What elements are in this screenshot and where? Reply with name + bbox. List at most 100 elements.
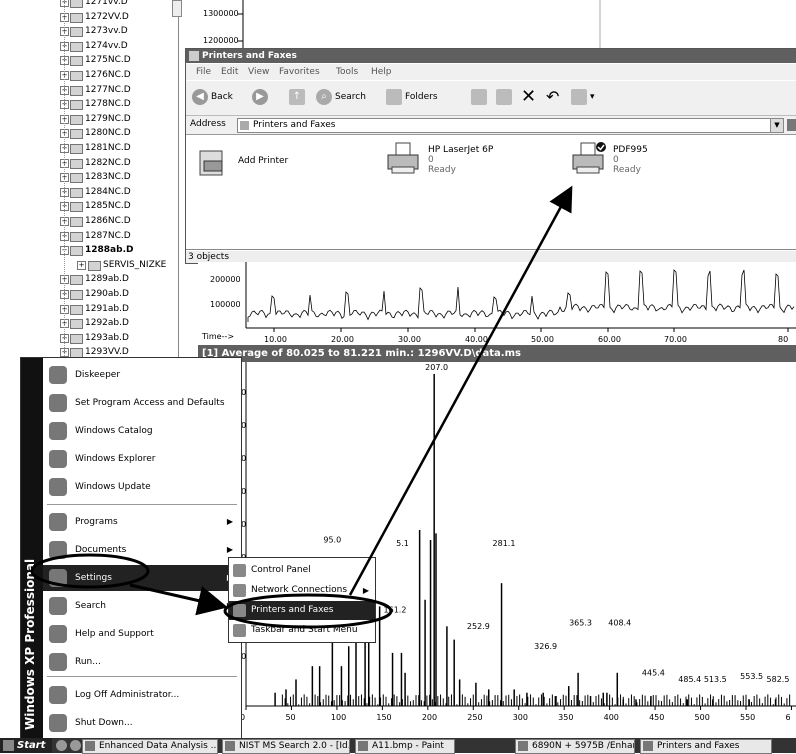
views-button[interactable]: ▾ — [571, 88, 595, 106]
taskbar-button[interactable]: Enhanced Data Analysis ... — [82, 739, 218, 754]
folders-button[interactable]: Folders — [386, 88, 438, 106]
shutdown-icon — [49, 714, 67, 732]
address-label: Address — [190, 119, 226, 129]
copy-to-icon — [496, 88, 512, 105]
start-button[interactable]: Start — [0, 738, 52, 753]
expand-icon[interactable]: + — [77, 260, 86, 270]
windows-flag-icon — [3, 740, 14, 751]
back-button[interactable]: ◀ Back — [192, 88, 233, 106]
peak-label: 582.5 — [767, 675, 790, 684]
folder-icon — [70, 71, 83, 81]
start-menu-item-label: Set Program Access and Defaults — [75, 398, 225, 408]
taskbar-button[interactable]: NIST MS Search 2.0 - [Id... — [222, 739, 350, 754]
forward-button[interactable]: ▶ — [252, 88, 271, 106]
printer-item-hp-laserjet[interactable]: HP LaserJet 6P 0 Ready — [386, 141, 546, 191]
tree-item-label: 1293ab.D — [85, 332, 129, 343]
taskbar-button[interactable]: A11.bmp - Paint — [355, 739, 455, 754]
chromatogram-xtick-label: 30.00 — [398, 335, 421, 344]
start-menu-item[interactable]: Diskeeper — [43, 362, 241, 388]
peak-label: 485.4 — [678, 675, 701, 684]
tree-item-label: 1282NC.D — [85, 157, 131, 168]
start-menu-item[interactable]: Programs ▶ — [43, 509, 241, 535]
add-printer-item[interactable]: Add Printer — [196, 145, 356, 195]
taskbar-button-label: Printers and Faxes — [657, 741, 740, 751]
start-menu-item-label: Windows Update — [75, 482, 151, 492]
address-dropdown-button[interactable]: ▼ — [770, 119, 783, 132]
move-to-button[interactable] — [471, 88, 490, 106]
tree-item-label: 1277NC.D — [85, 84, 131, 95]
address-field[interactable]: Printers and Faxes ▼ — [237, 118, 784, 133]
folder-icon — [88, 260, 101, 271]
tree-item-label: 1292ab.D — [85, 318, 129, 329]
start-menu-item[interactable]: Windows Explorer — [43, 446, 241, 472]
tree-item-label: 1287NC.D — [85, 230, 131, 241]
go-arrow-icon[interactable] — [787, 119, 796, 131]
printer-folder-icon — [189, 51, 199, 61]
quicklaunch-browser-icon[interactable] — [56, 740, 67, 751]
spectrum-xtick-label: 300 — [513, 713, 528, 722]
menu-separator — [47, 676, 237, 677]
tree-item-label: 1283NC.D — [85, 172, 131, 183]
up-folder-button[interactable]: ↑ — [289, 88, 308, 106]
start-menu-item[interactable]: Shut Down... — [43, 710, 241, 736]
settings-submenu-item[interactable]: Taskbar and Start Menu — [229, 621, 375, 640]
top-ytick: 1200000 — [203, 36, 239, 45]
menu-favorites[interactable]: Favorites — [279, 64, 320, 80]
start-menu-item[interactable]: Log Off Administrator... — [43, 682, 241, 708]
menu-view[interactable]: View — [248, 64, 269, 80]
start-menu-item-label: Windows Catalog — [75, 426, 153, 436]
documents-icon — [49, 541, 67, 559]
programs-icon — [49, 513, 67, 531]
submenu-item-label: Printers and Faxes — [251, 605, 334, 615]
menu-separator — [47, 504, 237, 505]
tree-item-label: 1274vv.D — [85, 40, 128, 51]
settings-submenu-item[interactable]: Printers and Faxes — [229, 601, 375, 620]
tree-item-label: 1285NC.D — [85, 201, 131, 212]
menu-file[interactable]: File — [196, 64, 211, 80]
menu-tools[interactable]: Tools — [336, 64, 358, 80]
start-menu-item-label: Settings — [75, 573, 112, 583]
printer-icon — [387, 142, 419, 174]
folder-icon — [70, 173, 83, 184]
printer-item-pdf995[interactable]: PDF995 0 Ready — [571, 141, 731, 191]
taskbar-button[interactable]: Printers and Faxes — [640, 739, 772, 754]
folder-icon — [70, 187, 83, 198]
start-menu-item[interactable]: Settings▶ — [43, 565, 241, 591]
undo-button[interactable]: ↶ — [546, 88, 559, 106]
move-to-icon — [471, 88, 487, 105]
quicklaunch-media-icon[interactable] — [70, 740, 81, 751]
start-menu-item[interactable]: Set Program Access and Defaults — [43, 390, 241, 416]
start-menu-brand-band: Windows XP Professional — [21, 358, 43, 738]
spectrum-xtick-label: 50 — [285, 713, 295, 722]
taskbar-button[interactable]: 6890N + 5975B /Enhanc... — [515, 739, 635, 754]
peak-label: 445.4 — [642, 668, 665, 677]
menu-help[interactable]: Help — [371, 64, 392, 80]
settings-submenu-item[interactable]: Network Connections ▶ — [229, 581, 375, 600]
chromatogram-ytick: 100000 — [210, 300, 241, 309]
tree-scrollbar[interactable] — [172, 0, 182, 17]
add-printer-icon — [199, 150, 223, 176]
start-menu-item[interactable]: Windows Update — [43, 474, 241, 500]
start-menu-item[interactable]: Help and Support — [43, 621, 241, 647]
start-menu-item[interactable]: Documents ▶ — [43, 537, 241, 563]
delete-button[interactable]: ✕ — [521, 88, 536, 106]
views-icon — [571, 88, 587, 105]
start-menu-item-label: Search — [75, 601, 106, 611]
tree-item-label: 1271vv.D — [85, 0, 128, 7]
folder-icon — [70, 56, 83, 67]
peak-label: 408.4 — [608, 619, 631, 628]
settings-submenu-item[interactable]: Control Panel — [229, 561, 375, 580]
start-menu-item[interactable]: Windows Catalog — [43, 418, 241, 444]
window-titlebar[interactable]: Printers and Faxes — [186, 49, 796, 63]
start-menu-item[interactable]: Search▶ — [43, 593, 241, 619]
start-menu-item[interactable]: Run... — [43, 649, 241, 675]
chromatogram-xtick-label: 80 — [778, 335, 788, 344]
peak-label: 326.9 — [534, 642, 557, 651]
menu-edit[interactable]: Edit — [221, 64, 238, 80]
start-menu-item-label: Diskeeper — [75, 370, 121, 380]
windows-explorer-icon — [49, 450, 67, 468]
forward-arrow-icon: ▶ — [252, 88, 268, 105]
search-button[interactable]: ⌕ Search — [316, 88, 366, 106]
folder-icon — [70, 100, 83, 111]
copy-to-button[interactable] — [496, 88, 515, 106]
